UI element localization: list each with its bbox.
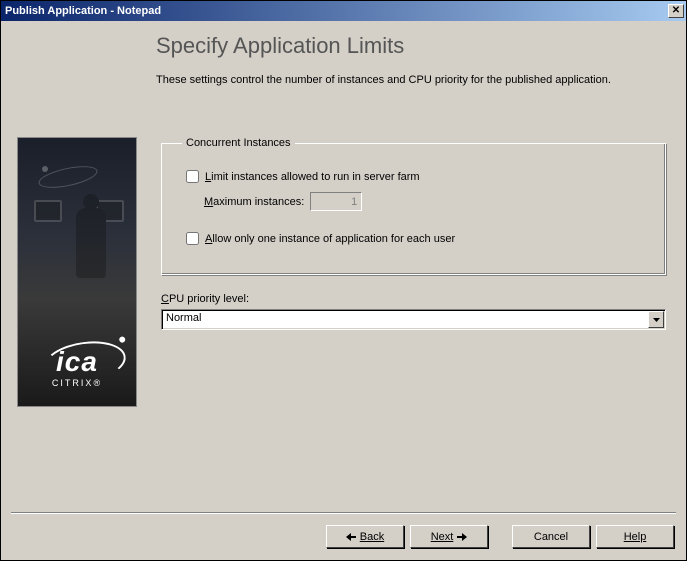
cpu-priority-label: CPU priority level: <box>161 293 666 305</box>
close-button[interactable]: ✕ <box>668 4 684 18</box>
concurrent-instances-group: Concurrent Instances Limit instances all… <box>161 137 666 275</box>
back-button[interactable]: Back <box>326 525 404 548</box>
limit-instances-checkbox[interactable] <box>186 170 199 183</box>
dropdown-button[interactable] <box>648 311 664 328</box>
sidebar-artwork <box>18 158 136 316</box>
limit-instances-label: Limit instances allowed to run in server… <box>205 171 420 183</box>
close-icon: ✕ <box>672 5 680 16</box>
page-description: These settings control the number of ins… <box>156 73 666 88</box>
one-instance-per-user-label: Allow only one instance of application f… <box>205 233 455 245</box>
wizard-button-row: Back Next Cancel Help <box>326 525 674 548</box>
chevron-down-icon <box>653 318 660 322</box>
page-title: Specify Application Limits <box>156 33 666 59</box>
ica-logo: ica CITRIX® <box>46 342 108 388</box>
arrow-right-icon <box>457 533 467 541</box>
window-title: Publish Application - Notepad <box>5 5 668 17</box>
next-button[interactable]: Next <box>410 525 488 548</box>
one-instance-per-user-checkbox[interactable] <box>186 232 199 245</box>
max-instances-label: Maximum instances: <box>204 196 304 208</box>
group-legend: Concurrent Instances <box>182 137 295 149</box>
max-instances-input <box>310 192 362 211</box>
cancel-button[interactable]: Cancel <box>512 525 590 548</box>
button-separator <box>11 512 676 514</box>
title-bar: Publish Application - Notepad ✕ <box>1 1 686 21</box>
cpu-priority-value: Normal <box>162 310 647 329</box>
cpu-priority-dropdown[interactable]: Normal <box>161 309 666 330</box>
help-button[interactable]: Help <box>596 525 674 548</box>
arrow-left-icon <box>346 533 356 541</box>
wizard-sidebar-image: ica CITRIX® <box>17 137 137 407</box>
